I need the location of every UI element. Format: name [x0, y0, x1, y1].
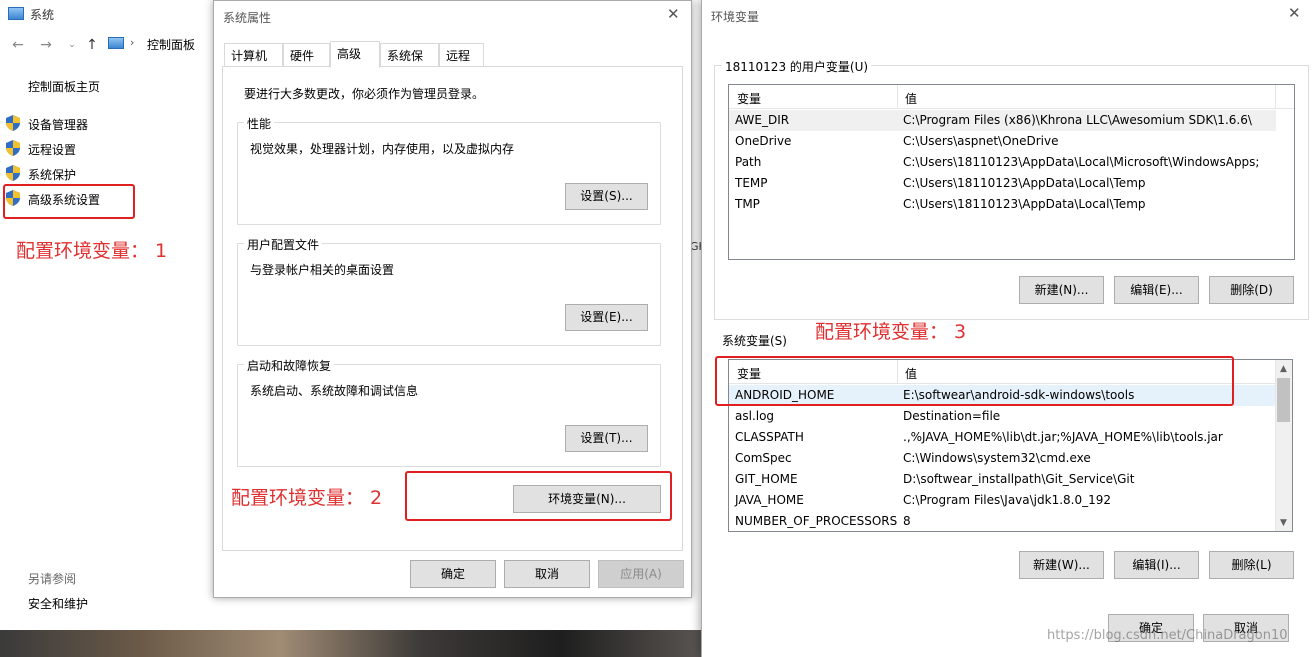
highlight-box [3, 184, 135, 219]
table-row[interactable]: Path C:\Users\18110123\AppData\Local\Mic… [729, 152, 1294, 173]
scroll-down-icon[interactable]: ▼ [1280, 518, 1287, 528]
system-properties-dialog: 系统属性 ✕ 计算机名 硬件 高级 系统保护 远程 要进行大多数更改，你必须作为… [213, 0, 692, 598]
desktop-wallpaper [0, 630, 702, 657]
apply-button[interactable]: 应用(A) [598, 560, 684, 588]
watermark: https://blog.csdn.net/ChinaDragon10 [1047, 628, 1288, 643]
tab-remote[interactable]: 远程 [439, 43, 484, 66]
window-title: 系统 [30, 8, 55, 22]
shield-icon [6, 140, 20, 156]
close-icon[interactable]: ✕ [1288, 4, 1301, 22]
column-header-variable[interactable]: 变量 [737, 90, 761, 107]
sidebar-item-remote-settings[interactable]: 远程设置 [6, 138, 206, 160]
startup-recovery-settings-button[interactable]: 设置(T)... [565, 425, 648, 452]
chevron-down-icon[interactable]: ⌄ [64, 37, 80, 53]
back-arrow-icon[interactable]: ← [10, 37, 26, 53]
shield-icon [6, 115, 20, 131]
group-description: 视觉效果，处理器计划，内存使用，以及虚拟内存 [250, 142, 515, 156]
group-title: 性能 [244, 115, 275, 132]
table-row[interactable]: asl.log Destination=file [729, 406, 1292, 427]
close-icon[interactable]: ✕ [667, 5, 680, 23]
annotation-step-3: 配置环境变量： 3 [815, 321, 967, 343]
table-row[interactable]: NUMBER_OF_PROCESSORS 8 [729, 511, 1292, 531]
see-also-heading: 另请参阅 [28, 572, 77, 586]
dialog-title: 系统属性 [223, 11, 272, 25]
group-description: 与登录帐户相关的桌面设置 [250, 263, 395, 277]
sidebar-item-label: 系统保护 [28, 168, 77, 182]
user-delete-button[interactable]: 删除(D) [1209, 276, 1294, 304]
tab-system-protection[interactable]: 系统保护 [380, 43, 439, 80]
environment-variables-dialog: 环境变量 ✕ 18110123 的用户变量(U) 变量 值 AWE_DIR C:… [701, 0, 1315, 657]
column-header-value[interactable]: 值 [905, 90, 917, 107]
shield-icon [6, 165, 20, 181]
sidebar-item-system-protection[interactable]: 系统保护 [6, 163, 206, 185]
system-variables-label: 系统变量(S) [722, 334, 787, 348]
table-row[interactable]: AWE_DIR C:\Program Files (x86)\Khrona LL… [729, 110, 1276, 131]
system-edit-button[interactable]: 编辑(I)... [1114, 551, 1199, 579]
tab-hardware[interactable]: 硬件 [283, 43, 330, 66]
user-variables-list[interactable]: 变量 值 AWE_DIR C:\Program Files (x86)\Khro… [728, 84, 1295, 260]
sidebar-item-device-manager[interactable]: 设备管理器 [6, 113, 206, 135]
user-edit-button[interactable]: 编辑(E)... [1114, 276, 1199, 304]
group-description: 系统启动、系统故障和调试信息 [250, 384, 419, 398]
up-arrow-icon[interactable]: ↑ [84, 37, 100, 53]
table-row[interactable]: GIT_HOME D:\softwear_installpath\Git_Ser… [729, 469, 1292, 490]
sidebar-item-label: 设备管理器 [28, 118, 89, 132]
list-header: 变量 值 [729, 85, 1294, 109]
table-row[interactable]: OneDrive C:\Users\aspnet\OneDrive [729, 131, 1294, 152]
user-variables-label: 18110123 的用户变量(U) [722, 58, 872, 75]
system-delete-button[interactable]: 删除(L) [1209, 551, 1294, 579]
control-panel-home-link[interactable]: 控制面板主页 [28, 78, 100, 95]
security-maintenance-link[interactable]: 安全和维护 [28, 595, 88, 612]
table-row[interactable]: CLASSPATH .,%JAVA_HOME%\lib\dt.jar;%JAVA… [729, 427, 1292, 448]
control-panel-window: 系统 ← → ⌄ ↑ › 控制面板 控制面板主页 设备管理器 远程设置 系统保护… [0, 0, 215, 657]
table-row[interactable]: JAVA_HOME C:\Program Files\Java\jdk1.8.0… [729, 490, 1292, 511]
chevron-right-icon: › [130, 36, 135, 49]
performance-settings-button[interactable]: 设置(S)... [565, 183, 648, 210]
dialog-title: 环境变量 [711, 10, 760, 24]
control-panel-icon [108, 37, 124, 49]
tab-advanced[interactable]: 高级 [330, 41, 380, 68]
forward-arrow-icon[interactable]: → [38, 37, 54, 53]
sidebar-item-label: 远程设置 [28, 143, 77, 157]
user-new-button[interactable]: 新建(N)... [1019, 276, 1104, 304]
scrollbar-thumb[interactable] [1277, 378, 1290, 422]
highlight-box [715, 356, 1234, 406]
scroll-up-icon[interactable]: ▲ [1280, 364, 1287, 374]
computer-icon [8, 7, 24, 20]
annotation-step-2: 配置环境变量： 2 [231, 487, 383, 509]
tab-computer-name[interactable]: 计算机名 [224, 43, 283, 80]
environment-variables-button[interactable]: 环境变量(N)... [513, 485, 661, 513]
cancel-button[interactable]: 取消 [504, 560, 590, 588]
admin-note: 要进行大多数更改，你必须作为管理员登录。 [244, 87, 485, 101]
annotation-step-1: 配置环境变量： 1 [16, 240, 168, 262]
group-title: 用户配置文件 [244, 236, 323, 253]
breadcrumb[interactable]: 控制面板 [147, 36, 195, 53]
table-row[interactable]: ComSpec C:\Windows\system32\cmd.exe [729, 448, 1292, 469]
table-row[interactable]: TEMP C:\Users\18110123\AppData\Local\Tem… [729, 173, 1294, 194]
group-title: 启动和故障恢复 [244, 357, 335, 374]
system-new-button[interactable]: 新建(W)... [1019, 551, 1104, 579]
table-row[interactable]: TMP C:\Users\18110123\AppData\Local\Temp [729, 194, 1294, 215]
ok-button[interactable]: 确定 [410, 560, 496, 588]
user-profiles-settings-button[interactable]: 设置(E)... [565, 304, 648, 331]
